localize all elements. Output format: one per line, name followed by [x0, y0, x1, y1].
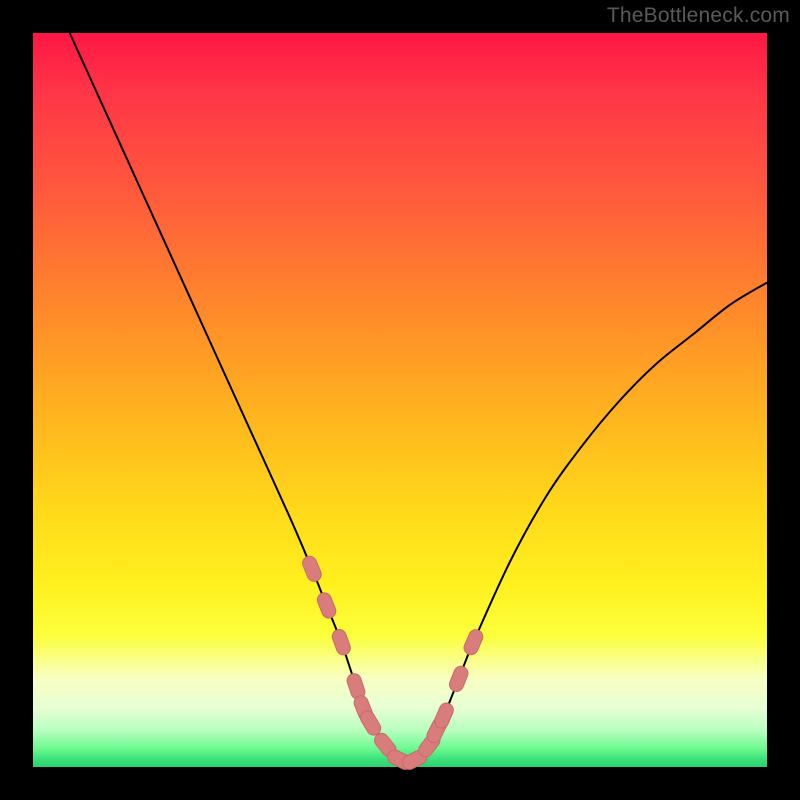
plot-area [33, 33, 767, 767]
curve-marker [462, 627, 485, 656]
chart-frame: TheBottleneck.com [0, 0, 800, 800]
bottleneck-curve [70, 33, 767, 762]
highlighted-points [300, 554, 485, 772]
curve-marker [330, 628, 352, 657]
curve-marker [447, 664, 470, 693]
bottleneck-curve-svg [33, 33, 767, 767]
watermark-text: TheBottleneck.com [607, 4, 790, 28]
curve-marker [315, 591, 338, 620]
curve-marker [300, 554, 323, 583]
curve-marker [432, 701, 455, 730]
